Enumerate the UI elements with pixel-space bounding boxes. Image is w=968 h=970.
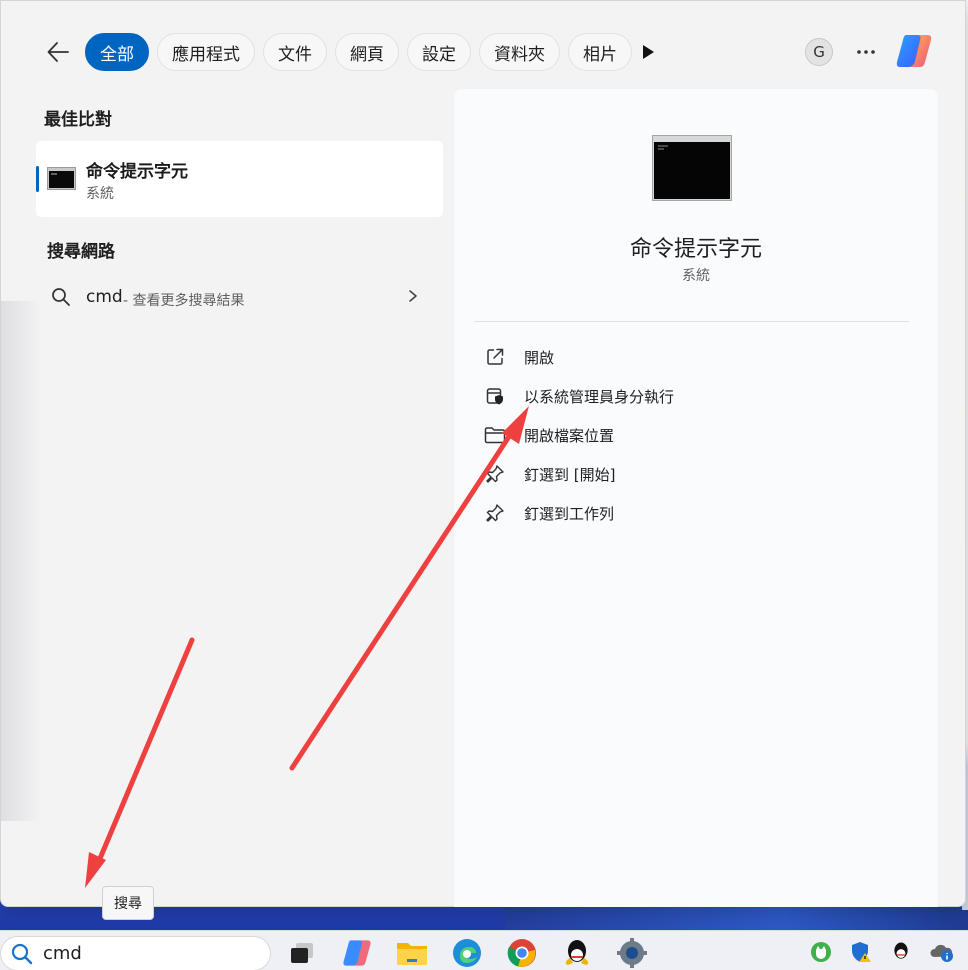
tray-defender[interactable] — [850, 941, 872, 963]
search-tooltip: 搜尋 — [102, 886, 154, 920]
detail-pane: 命令提示字元 系統 開啟 以系統管理員身分執行 開啟檔案位置 釘選到 [開始] — [454, 89, 938, 907]
defender-warning-icon — [852, 942, 871, 962]
copilot-icon — [343, 940, 371, 966]
tab-web[interactable]: 網頁 — [335, 33, 399, 71]
action-label: 釘選到 [開始] — [524, 465, 616, 484]
search-icon — [52, 288, 70, 306]
web-search-hint: - 查看更多搜尋結果 — [123, 293, 245, 309]
action-pin-to-taskbar[interactable]: 釘選到工作列 — [484, 498, 904, 528]
copilot-button[interactable] — [894, 32, 934, 70]
desktop-wallpaper-strip — [505, 906, 968, 930]
taskbar-search-input[interactable]: cmd — [0, 936, 271, 970]
terminal-large-icon — [652, 135, 732, 201]
taskbar: cmd — [0, 930, 968, 970]
taskbar-file-explorer[interactable] — [395, 937, 429, 969]
action-open-file-location[interactable]: 開啟檔案位置 — [484, 420, 904, 450]
action-label: 以系統管理員身分執行 — [524, 387, 675, 406]
tray-onedrive[interactable] — [930, 941, 953, 963]
options-button[interactable] — [853, 39, 879, 65]
edge-icon — [453, 939, 481, 967]
pin-icon — [484, 463, 506, 485]
result-type: 系統 — [86, 186, 114, 202]
tab-settings[interactable]: 設定 — [407, 33, 471, 71]
tab-all[interactable]: 全部 — [85, 33, 149, 71]
pin-icon — [484, 502, 506, 524]
tab-folders[interactable]: 資料夾 — [479, 33, 560, 71]
detail-subtitle: 系統 — [682, 268, 710, 284]
action-run-as-admin[interactable]: 以系統管理員身分執行 — [484, 381, 904, 411]
tray-cat-app[interactable] — [810, 941, 832, 963]
selection-indicator — [36, 166, 39, 192]
taskbar-edge[interactable] — [450, 937, 484, 969]
more-filters-button[interactable] — [637, 41, 659, 63]
web-search-query: cmd — [86, 287, 123, 307]
panel-shade — [1, 301, 41, 821]
cat-app-icon — [811, 942, 831, 962]
onedrive-info-icon — [930, 944, 953, 962]
qq-tray-icon — [894, 942, 908, 959]
taskbar-chrome[interactable] — [505, 937, 539, 969]
detail-divider — [474, 321, 909, 322]
chevron-right-icon — [409, 290, 417, 302]
best-match-heading: 最佳比對 — [44, 110, 112, 130]
result-name: 命令提示字元 — [86, 162, 188, 182]
detail-title: 命令提示字元 — [629, 237, 762, 262]
action-pin-to-start[interactable]: 釘選到 [開始] — [484, 459, 904, 489]
shield-icon — [484, 385, 506, 407]
search-value: cmd — [43, 943, 82, 964]
task-view-icon — [291, 943, 313, 963]
back-arrow-icon — [47, 42, 69, 62]
more-icon — [857, 50, 875, 54]
filter-bar: 全部 應用程式 文件 網頁 設定 資料夾 相片 — [41, 32, 640, 72]
web-search-result[interactable]: cmd - 查看更多搜尋結果 — [36, 277, 436, 317]
copilot-icon — [896, 35, 932, 67]
play-icon — [643, 45, 654, 59]
folder-icon — [484, 424, 506, 446]
tab-photos[interactable]: 相片 — [568, 33, 632, 71]
terminal-icon — [47, 167, 76, 190]
chrome-icon — [507, 939, 536, 967]
taskbar-settings[interactable] — [615, 937, 649, 969]
back-button[interactable] — [41, 35, 75, 69]
action-label: 開啟 — [524, 348, 555, 367]
settings-icon — [617, 938, 647, 968]
qq-icon — [565, 940, 589, 965]
task-view-button[interactable] — [285, 937, 319, 969]
action-open[interactable]: 開啟 — [484, 342, 904, 372]
action-label: 釘選到工作列 — [524, 504, 615, 523]
account-avatar[interactable]: G — [805, 38, 833, 66]
search-panel: 全部 應用程式 文件 網頁 設定 資料夾 相片 G 最佳比對 命令提示字元 系統… — [0, 0, 966, 907]
web-search-heading: 搜尋網路 — [47, 242, 115, 262]
file-explorer-icon — [397, 943, 427, 965]
search-icon — [11, 943, 33, 964]
open-external-icon — [484, 346, 506, 368]
action-label: 開啟檔案位置 — [524, 426, 615, 445]
tab-documents[interactable]: 文件 — [263, 33, 327, 71]
taskbar-copilot[interactable] — [340, 937, 374, 969]
tab-apps[interactable]: 應用程式 — [157, 33, 255, 71]
best-match-result[interactable]: 命令提示字元 系統 — [36, 141, 443, 217]
tray-qq[interactable] — [890, 941, 912, 963]
taskbar-qq[interactable] — [560, 937, 594, 969]
